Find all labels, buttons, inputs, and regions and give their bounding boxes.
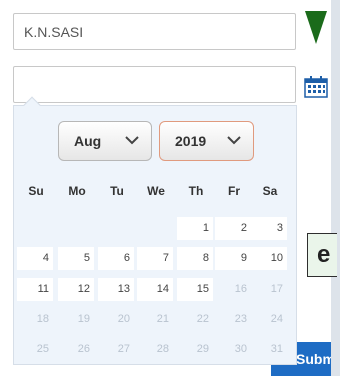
weekday-th: Th — [188, 184, 204, 198]
day-cell[interactable]: 1 — [177, 217, 213, 240]
day-cell-disabled: 27 — [117, 343, 130, 355]
day-cell-disabled: 31 — [270, 343, 283, 355]
day-cell-disabled: 21 — [156, 313, 169, 325]
day-cell-disabled: 17 — [270, 283, 283, 295]
day-cell-disabled: 18 — [36, 313, 49, 325]
weekday-sa: Sa — [262, 184, 278, 198]
month-select[interactable]: Aug — [58, 121, 152, 161]
day-cell-disabled: 24 — [270, 313, 283, 325]
day-cell-disabled: 25 — [36, 343, 49, 355]
day-cell[interactable]: 8 — [177, 247, 213, 270]
day-cell-disabled: 16 — [234, 283, 247, 295]
day-cell[interactable]: 11 — [17, 278, 53, 301]
day-cell[interactable]: 10 — [251, 247, 287, 270]
date-input[interactable] — [13, 66, 296, 103]
year-select-value: 2019 — [175, 133, 207, 149]
day-cell[interactable]: 6 — [98, 247, 134, 270]
day-cell-disabled: 26 — [77, 343, 90, 355]
triangle-down-icon[interactable] — [304, 9, 328, 45]
day-cell[interactable]: 12 — [58, 278, 94, 301]
day-cell[interactable]: 14 — [137, 278, 173, 301]
weekday-mo: Mo — [68, 184, 86, 198]
day-cell[interactable]: 7 — [137, 247, 173, 270]
day-cell-disabled: 22 — [196, 313, 209, 325]
month-select-value: Aug — [74, 133, 102, 149]
day-cell-disabled: 23 — [234, 313, 247, 325]
year-select[interactable]: 2019 — [159, 121, 254, 161]
weekday-tu: Tu — [110, 184, 124, 198]
day-cell[interactable]: 15 — [177, 278, 213, 301]
right-scrollbar-strip — [331, 0, 340, 376]
day-cell-disabled: 20 — [117, 313, 130, 325]
day-cell[interactable]: 4 — [17, 247, 53, 270]
weekday-fr: Fr — [228, 184, 240, 198]
day-cell-disabled: 19 — [77, 313, 90, 325]
day-cell[interactable]: 9 — [215, 247, 251, 270]
day-cell-disabled: 29 — [196, 343, 209, 355]
day-cell[interactable]: 3 — [251, 217, 287, 240]
datepicker-popup: Aug 2019 Su Mo Tu We Th Fr Sa 1 2 3 4 5 6 7 8 9 10 11 12 1… — [13, 105, 297, 365]
day-cell[interactable]: 13 — [98, 278, 134, 301]
chevron-down-icon — [125, 136, 139, 145]
weekday-we: We — [147, 184, 165, 198]
side-box: e — [307, 233, 337, 277]
day-cell-disabled: 30 — [234, 343, 247, 355]
name-input[interactable] — [13, 13, 296, 50]
chevron-down-icon — [227, 136, 241, 145]
day-cell[interactable]: 2 — [215, 217, 251, 240]
calendar-icon[interactable] — [304, 76, 328, 98]
day-cell-disabled: 28 — [156, 343, 169, 355]
day-cell[interactable]: 5 — [58, 247, 94, 270]
weekday-su: Su — [28, 184, 44, 198]
